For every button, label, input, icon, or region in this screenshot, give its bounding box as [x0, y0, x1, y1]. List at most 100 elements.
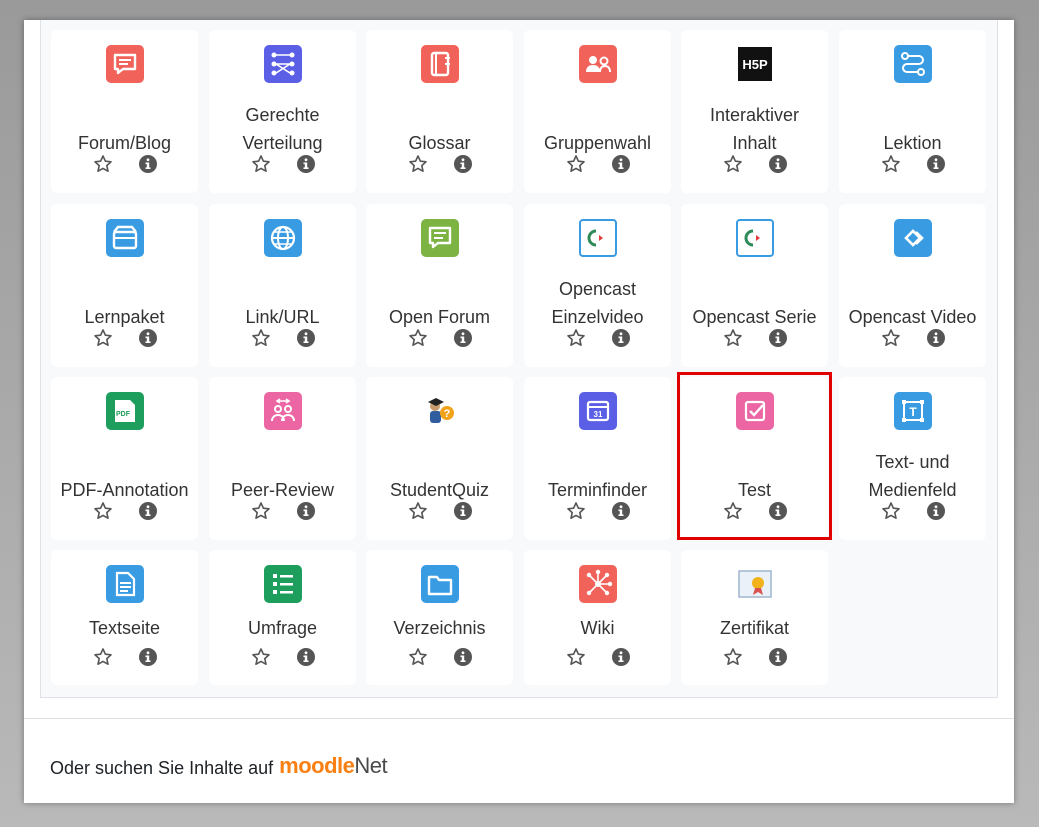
info-icon[interactable] — [611, 647, 631, 667]
activity-tile-opencast-video[interactable]: Opencast Video — [839, 204, 986, 367]
star-icon[interactable] — [251, 154, 271, 174]
activity-tile-opencast-serie[interactable]: Opencast Serie — [681, 204, 828, 367]
star-icon[interactable] — [566, 328, 586, 348]
activity-label: Gerechte Verteilung — [242, 105, 323, 153]
star-icon[interactable] — [408, 328, 428, 348]
activity-tile-textseite[interactable]: Textseite — [51, 550, 198, 685]
info-icon[interactable] — [611, 154, 631, 174]
info-icon[interactable] — [453, 328, 473, 348]
info-icon[interactable] — [768, 501, 788, 521]
activity-tile-lektion[interactable]: Lektion — [839, 30, 986, 193]
star-icon[interactable] — [881, 501, 901, 521]
info-icon[interactable] — [453, 501, 473, 521]
activity-tile-glossar[interactable]: Glossar — [366, 30, 513, 193]
info-icon[interactable] — [296, 154, 316, 174]
info-icon[interactable] — [453, 647, 473, 667]
lesson-icon — [893, 45, 932, 83]
activity-tile-studentquiz[interactable]: ? StudentQuiz — [366, 377, 513, 540]
activity-tile-wiki[interactable]: Wiki — [524, 550, 671, 685]
activity-label: Opencast Video — [848, 307, 977, 327]
globe-icon — [263, 219, 302, 257]
activity-tile-verzeichnis[interactable]: Verzeichnis — [366, 550, 513, 685]
folder-icon — [420, 565, 459, 603]
info-icon[interactable] — [138, 328, 158, 348]
activity-tile-gruppenwahl[interactable]: Gruppenwahl — [524, 30, 671, 193]
open-forum-icon — [420, 219, 459, 257]
tile-actions — [839, 501, 986, 523]
info-icon[interactable] — [611, 501, 631, 521]
peer-review-icon — [263, 392, 302, 430]
star-icon[interactable] — [566, 501, 586, 521]
star-icon[interactable] — [723, 328, 743, 348]
activity-tile-forum-blog[interactable]: Forum/Blog — [51, 30, 198, 193]
tile-actions — [524, 328, 671, 350]
star-icon[interactable] — [408, 501, 428, 521]
star-icon[interactable] — [251, 328, 271, 348]
activity-label: Gruppenwahl — [543, 133, 652, 153]
tile-actions — [51, 501, 198, 523]
activity-label: Test — [737, 480, 771, 500]
moodlenet-logo[interactable]: moodle Net — [279, 753, 387, 779]
activity-tile-link-url[interactable]: Link/URL — [209, 204, 356, 367]
star-icon[interactable] — [566, 154, 586, 174]
info-icon[interactable] — [926, 501, 946, 521]
info-icon[interactable] — [611, 328, 631, 348]
star-icon[interactable] — [408, 647, 428, 667]
activity-tile-pdf-annotation[interactable]: PDF PDF-Annotation — [51, 377, 198, 540]
activity-label: StudentQuiz — [389, 480, 490, 500]
tile-actions — [366, 328, 513, 350]
activity-tile-peer-review[interactable]: Peer-Review — [209, 377, 356, 540]
info-icon[interactable] — [768, 328, 788, 348]
info-icon[interactable] — [296, 647, 316, 667]
star-icon[interactable] — [881, 154, 901, 174]
svg-text:PDF: PDF — [116, 411, 131, 418]
activity-tile-interaktiver-inhalt[interactable]: H5P Interaktiver Inhalt — [681, 30, 828, 193]
star-icon[interactable] — [251, 647, 271, 667]
activity-tile-umfrage[interactable]: Umfrage — [209, 550, 356, 685]
activity-tile-text-und-medienfeld[interactable]: T Text- und Medienfeld — [839, 377, 986, 540]
star-icon[interactable] — [93, 328, 113, 348]
star-icon[interactable] — [93, 501, 113, 521]
star-icon[interactable] — [93, 154, 113, 174]
star-icon[interactable] — [566, 647, 586, 667]
info-icon[interactable] — [768, 647, 788, 667]
info-icon[interactable] — [296, 328, 316, 348]
activity-tile-opencast-einzelvideo[interactable]: Opencast Einzelvideo — [524, 204, 671, 367]
quiz-checkbox-icon — [735, 392, 774, 430]
tile-actions — [209, 647, 356, 669]
activity-tile-open-forum[interactable]: Open Forum — [366, 204, 513, 367]
info-icon[interactable] — [768, 154, 788, 174]
star-icon[interactable] — [881, 328, 901, 348]
tile-actions — [366, 647, 513, 669]
activity-label: Open Forum — [388, 307, 491, 327]
tile-actions — [51, 154, 198, 176]
info-icon[interactable] — [926, 154, 946, 174]
activity-tile-zertifikat[interactable]: Zertifikat — [681, 550, 828, 685]
moodlenet-logo-net: Net — [354, 753, 388, 778]
star-icon[interactable] — [251, 501, 271, 521]
info-icon[interactable] — [138, 647, 158, 667]
info-icon[interactable] — [138, 154, 158, 174]
tile-actions — [839, 328, 986, 350]
opencast-icon — [735, 219, 774, 257]
star-icon[interactable] — [93, 647, 113, 667]
star-icon[interactable] — [723, 647, 743, 667]
svg-text:T: T — [909, 405, 917, 419]
tile-actions — [839, 154, 986, 176]
activity-label: Forum/Blog — [77, 133, 172, 153]
tile-actions — [209, 501, 356, 523]
info-icon[interactable] — [296, 501, 316, 521]
star-icon[interactable] — [408, 154, 428, 174]
star-icon[interactable] — [723, 501, 743, 521]
activity-label: Glossar — [408, 133, 471, 153]
star-icon[interactable] — [723, 154, 743, 174]
activity-tile-lernpaket[interactable]: Lernpaket — [51, 204, 198, 367]
tile-actions — [681, 647, 828, 669]
activity-tile-terminfinder[interactable]: 31 Terminfinder — [524, 377, 671, 540]
footer-divider — [24, 718, 1014, 719]
info-icon[interactable] — [138, 501, 158, 521]
info-icon[interactable] — [453, 154, 473, 174]
activity-tile-test[interactable]: Test — [681, 377, 828, 540]
activity-tile-gerechte-verteilung[interactable]: Gerechte Verteilung — [209, 30, 356, 193]
info-icon[interactable] — [926, 328, 946, 348]
